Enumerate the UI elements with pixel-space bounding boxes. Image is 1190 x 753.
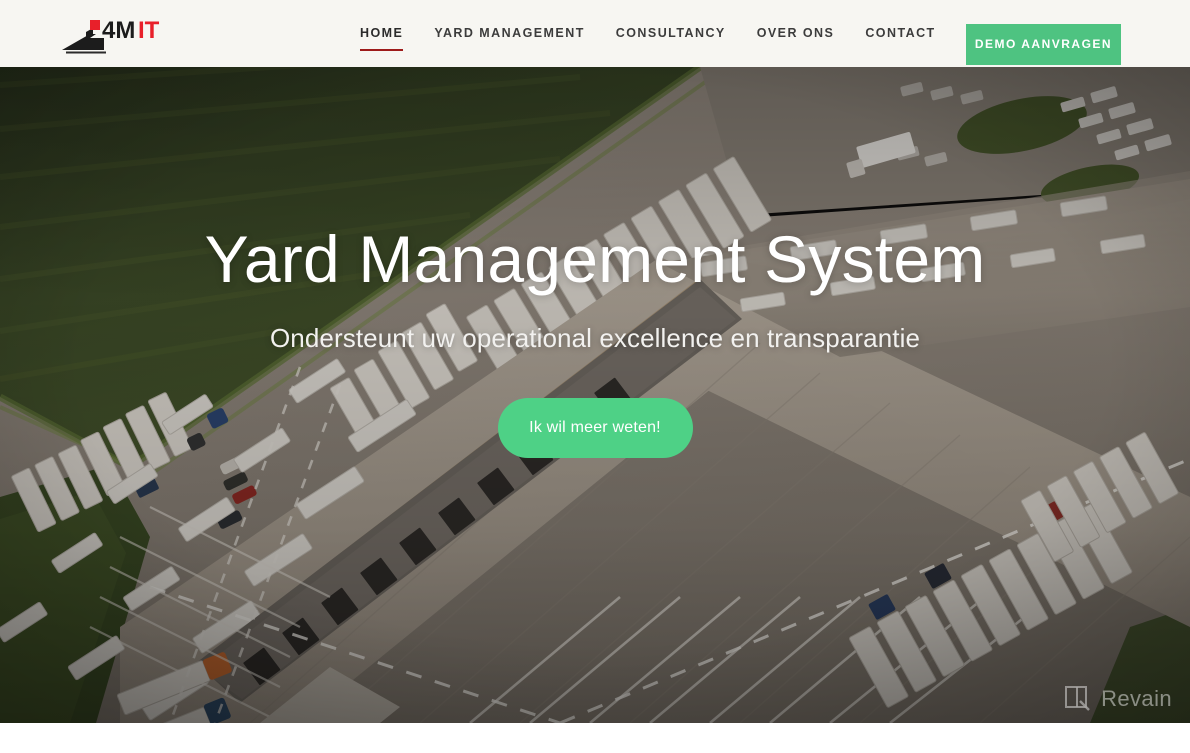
site-logo[interactable]: 4M IT xyxy=(60,12,172,56)
site-header: 4M IT HOME YARD MANAGEMENT CONSULTANCY O… xyxy=(0,0,1190,67)
logo-4mit-icon: 4M IT xyxy=(62,17,160,54)
hero-section: Yard Management System Ondersteunt uw op… xyxy=(0,67,1190,723)
nav-item-home[interactable]: HOME xyxy=(360,0,404,67)
page-root: 4M IT HOME YARD MANAGEMENT CONSULTANCY O… xyxy=(0,0,1190,753)
nav-item-over-ons[interactable]: OVER ONS xyxy=(757,0,835,67)
aerial-yard-photo-illustration xyxy=(0,67,1190,723)
main-navigation: HOME YARD MANAGEMENT CONSULTANCY OVER ON… xyxy=(360,0,1009,67)
hero-background-image xyxy=(0,67,1190,723)
hero-cta-button[interactable]: Ik wil meer weten! xyxy=(497,398,693,458)
demo-request-button[interactable]: DEMO AANVRAGEN xyxy=(966,24,1121,65)
svg-text:IT: IT xyxy=(138,17,160,44)
nav-item-contact[interactable]: CONTACT xyxy=(865,0,935,67)
svg-text:4M: 4M xyxy=(102,17,135,44)
nav-item-consultancy[interactable]: CONSULTANCY xyxy=(616,0,726,67)
nav-item-yard-management[interactable]: YARD MANAGEMENT xyxy=(434,0,584,67)
